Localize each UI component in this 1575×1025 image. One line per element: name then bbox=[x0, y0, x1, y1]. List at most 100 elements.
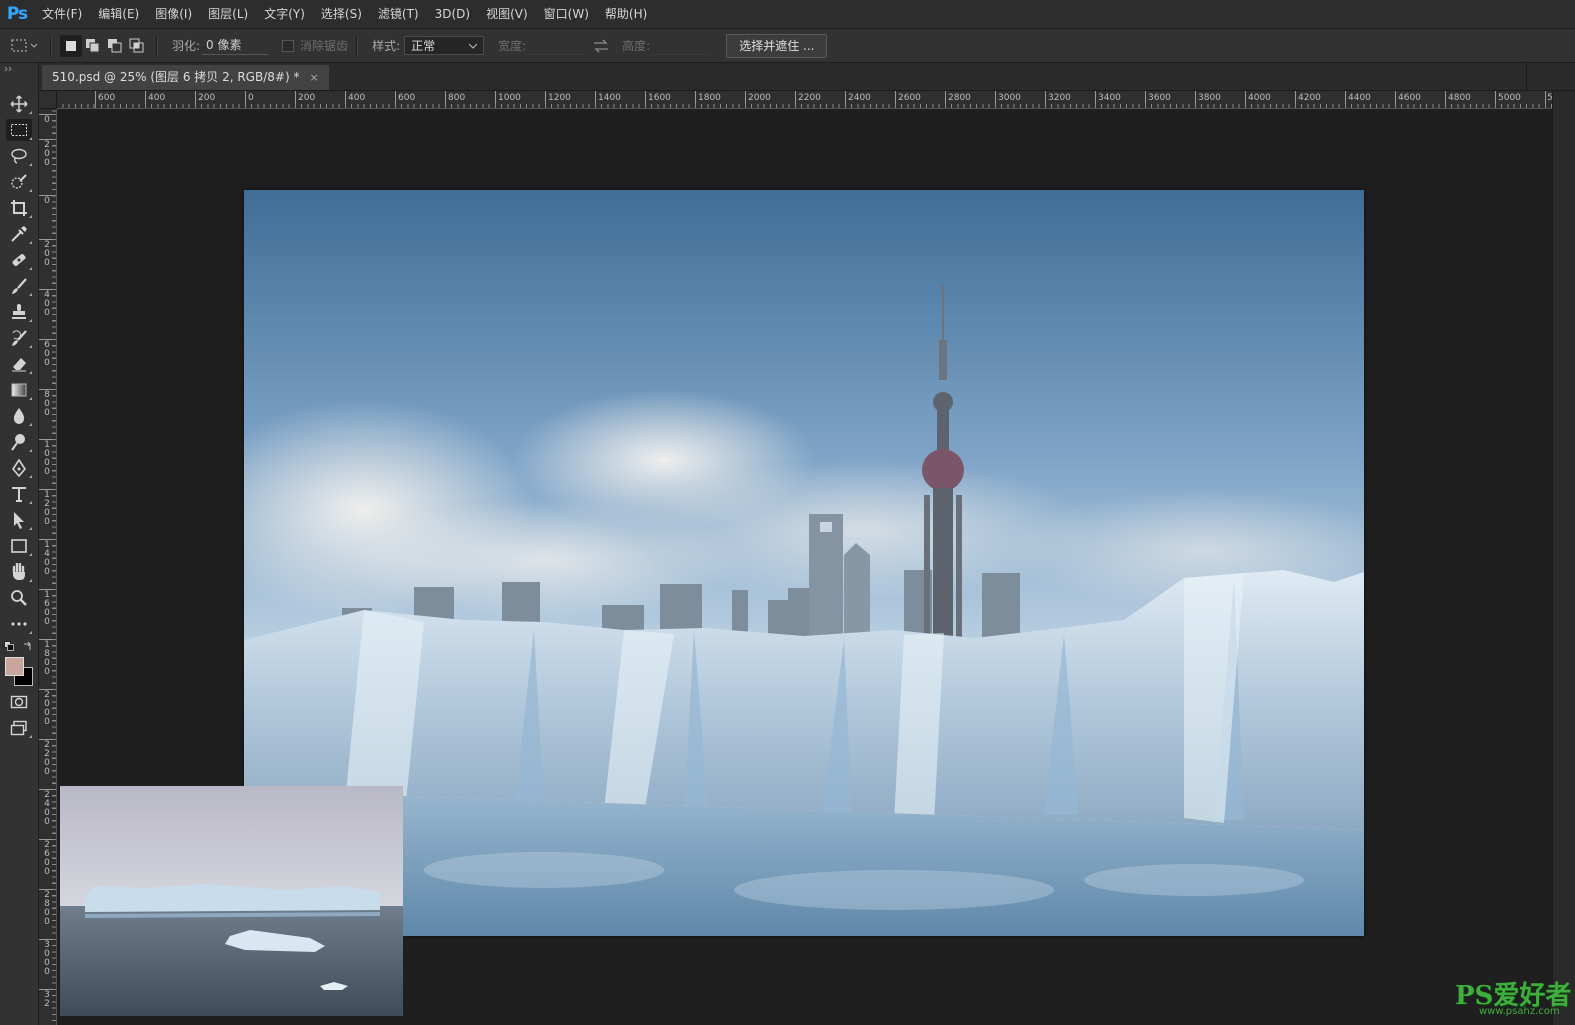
crop-icon bbox=[11, 200, 27, 216]
separator bbox=[50, 35, 52, 56]
tool-flyout-indicator bbox=[29, 631, 32, 634]
gradient-tool[interactable] bbox=[6, 379, 32, 401]
intersect-selection-button[interactable] bbox=[126, 35, 148, 57]
vertical-scrollbar[interactable] bbox=[1552, 91, 1575, 1025]
tool-flyout-indicator bbox=[29, 501, 32, 504]
select-and-mask-button[interactable]: 选择并遮住 ... bbox=[726, 33, 828, 58]
tool-flyout-indicator bbox=[29, 215, 32, 218]
ruler-label: 2600 bbox=[898, 93, 921, 103]
tool-preset-picker[interactable] bbox=[8, 34, 42, 58]
canvas-workspace[interactable] bbox=[57, 109, 1552, 1025]
ruler-label: 2800 bbox=[44, 890, 50, 927]
pen-tool[interactable] bbox=[6, 457, 32, 479]
ruler-label: 3000 bbox=[44, 940, 50, 977]
type-tool[interactable] bbox=[6, 483, 32, 505]
menu-select[interactable]: 选择(S) bbox=[313, 0, 370, 28]
tool-flyout-indicator bbox=[29, 319, 32, 322]
quick-mask-button[interactable] bbox=[6, 691, 32, 713]
tool-flyout-indicator bbox=[29, 475, 32, 478]
lasso-tool[interactable] bbox=[6, 145, 32, 167]
tool-flyout-indicator bbox=[29, 267, 32, 270]
path-select-tool[interactable] bbox=[6, 509, 32, 531]
crop-tool[interactable] bbox=[6, 197, 32, 219]
menu-edit[interactable]: 编辑(E) bbox=[90, 0, 147, 28]
menu-file[interactable]: 文件(F) bbox=[34, 0, 90, 28]
eraser-tool[interactable] bbox=[6, 353, 32, 375]
menu-help[interactable]: 帮助(H) bbox=[597, 0, 655, 28]
ruler-label: 400 bbox=[148, 93, 166, 103]
ruler-label: 2600 bbox=[44, 840, 50, 877]
document-tab[interactable]: 510.psd @ 25% (图层 6 拷贝 2, RGB/8#) * × bbox=[42, 65, 329, 90]
ruler-label: 1000 bbox=[498, 93, 521, 103]
swap-width-height-icon[interactable] bbox=[592, 39, 610, 53]
menu-layer[interactable]: 图层(L) bbox=[200, 0, 256, 28]
composite-artwork bbox=[244, 190, 1364, 936]
horizontal-ruler[interactable]: 600 400 200 0 200 400 600 800 1000 1200 … bbox=[57, 91, 1552, 109]
brush-tool[interactable] bbox=[6, 275, 32, 297]
brush-icon bbox=[12, 278, 27, 294]
tool-flyout-indicator bbox=[29, 579, 32, 582]
chevron-down-icon bbox=[469, 43, 478, 49]
path-select-icon bbox=[14, 512, 24, 529]
menu-window[interactable]: 窗口(W) bbox=[536, 0, 597, 28]
ruler-label: 32 bbox=[44, 990, 50, 1009]
ruler-label: 1600 bbox=[44, 590, 50, 627]
ruler-label: 2000 bbox=[748, 93, 771, 103]
quick-select-icon bbox=[11, 174, 27, 189]
menu-3d[interactable]: 3D(D) bbox=[427, 0, 478, 28]
style-select[interactable]: 正常 bbox=[404, 36, 485, 55]
panel-collapse-icon[interactable] bbox=[4, 66, 18, 72]
hand-tool[interactable] bbox=[6, 561, 32, 583]
quick-select-tool[interactable] bbox=[6, 171, 32, 193]
ruler-label: 1000 bbox=[44, 440, 50, 477]
close-tab-icon[interactable]: × bbox=[309, 65, 318, 90]
blur-icon bbox=[13, 408, 25, 424]
menu-filter[interactable]: 滤镜(T) bbox=[370, 0, 427, 28]
document-tab-bar: 510.psd @ 25% (图层 6 拷贝 2, RGB/8#) * × bbox=[39, 63, 1575, 91]
ruler-label: 1400 bbox=[44, 540, 50, 577]
ruler-label: 4400 bbox=[1348, 93, 1371, 103]
rect-marquee-tool[interactable] bbox=[6, 119, 32, 141]
site-watermark: PS爱好者 www.psahz.com bbox=[1455, 975, 1571, 1020]
ruler-label: 2400 bbox=[44, 790, 50, 827]
history-brush-tool[interactable] bbox=[6, 327, 32, 349]
ruler-label: 4800 bbox=[1448, 93, 1471, 103]
zoom-tool[interactable] bbox=[6, 587, 32, 609]
eyedropper-icon bbox=[11, 226, 27, 242]
antialias-checkbox[interactable] bbox=[282, 39, 295, 52]
foreground-color-swatch[interactable] bbox=[5, 657, 24, 676]
subtract-from-selection-button[interactable] bbox=[104, 35, 126, 57]
reference-image bbox=[60, 786, 403, 1016]
eyedropper-tool[interactable] bbox=[6, 223, 32, 245]
ruler-label: 2400 bbox=[848, 93, 871, 103]
vertical-ruler[interactable]: 0 200 0 200 400 600 800 1000 1200 1400 1… bbox=[39, 109, 57, 1025]
move-tool[interactable] bbox=[6, 93, 32, 115]
document-image[interactable] bbox=[244, 190, 1364, 936]
ruler-label: 4000 bbox=[1248, 93, 1271, 103]
height-input[interactable] bbox=[652, 36, 709, 55]
screen-mode-button[interactable] bbox=[6, 717, 32, 739]
rectangle-tool[interactable] bbox=[6, 535, 32, 557]
more-tools-button[interactable] bbox=[6, 613, 32, 635]
swap-colors-icon[interactable] bbox=[23, 641, 33, 651]
tools-panel bbox=[0, 63, 39, 1025]
feather-input[interactable]: 0 像素 bbox=[202, 36, 269, 55]
new-selection-button[interactable] bbox=[60, 34, 82, 57]
blur-tool[interactable] bbox=[6, 405, 32, 427]
menu-image[interactable]: 图像(I) bbox=[147, 0, 200, 28]
add-to-selection-button[interactable] bbox=[82, 35, 104, 57]
menu-type[interactable]: 文字(Y) bbox=[256, 0, 313, 28]
dodge-tool[interactable] bbox=[6, 431, 32, 453]
ruler-label: 0 bbox=[248, 93, 254, 103]
healing-brush-tool[interactable] bbox=[6, 249, 32, 271]
ruler-origin[interactable] bbox=[39, 91, 57, 109]
menu-view[interactable]: 视图(V) bbox=[478, 0, 536, 28]
ruler-label: 3600 bbox=[1148, 93, 1171, 103]
zoom-icon bbox=[11, 590, 27, 606]
default-colors-icon[interactable] bbox=[4, 641, 14, 651]
width-input[interactable] bbox=[528, 36, 585, 55]
tool-flyout-indicator bbox=[29, 397, 32, 400]
clone-stamp-tool[interactable] bbox=[6, 301, 32, 323]
eraser-icon bbox=[12, 358, 26, 372]
quick-mask-icon bbox=[10, 695, 28, 709]
